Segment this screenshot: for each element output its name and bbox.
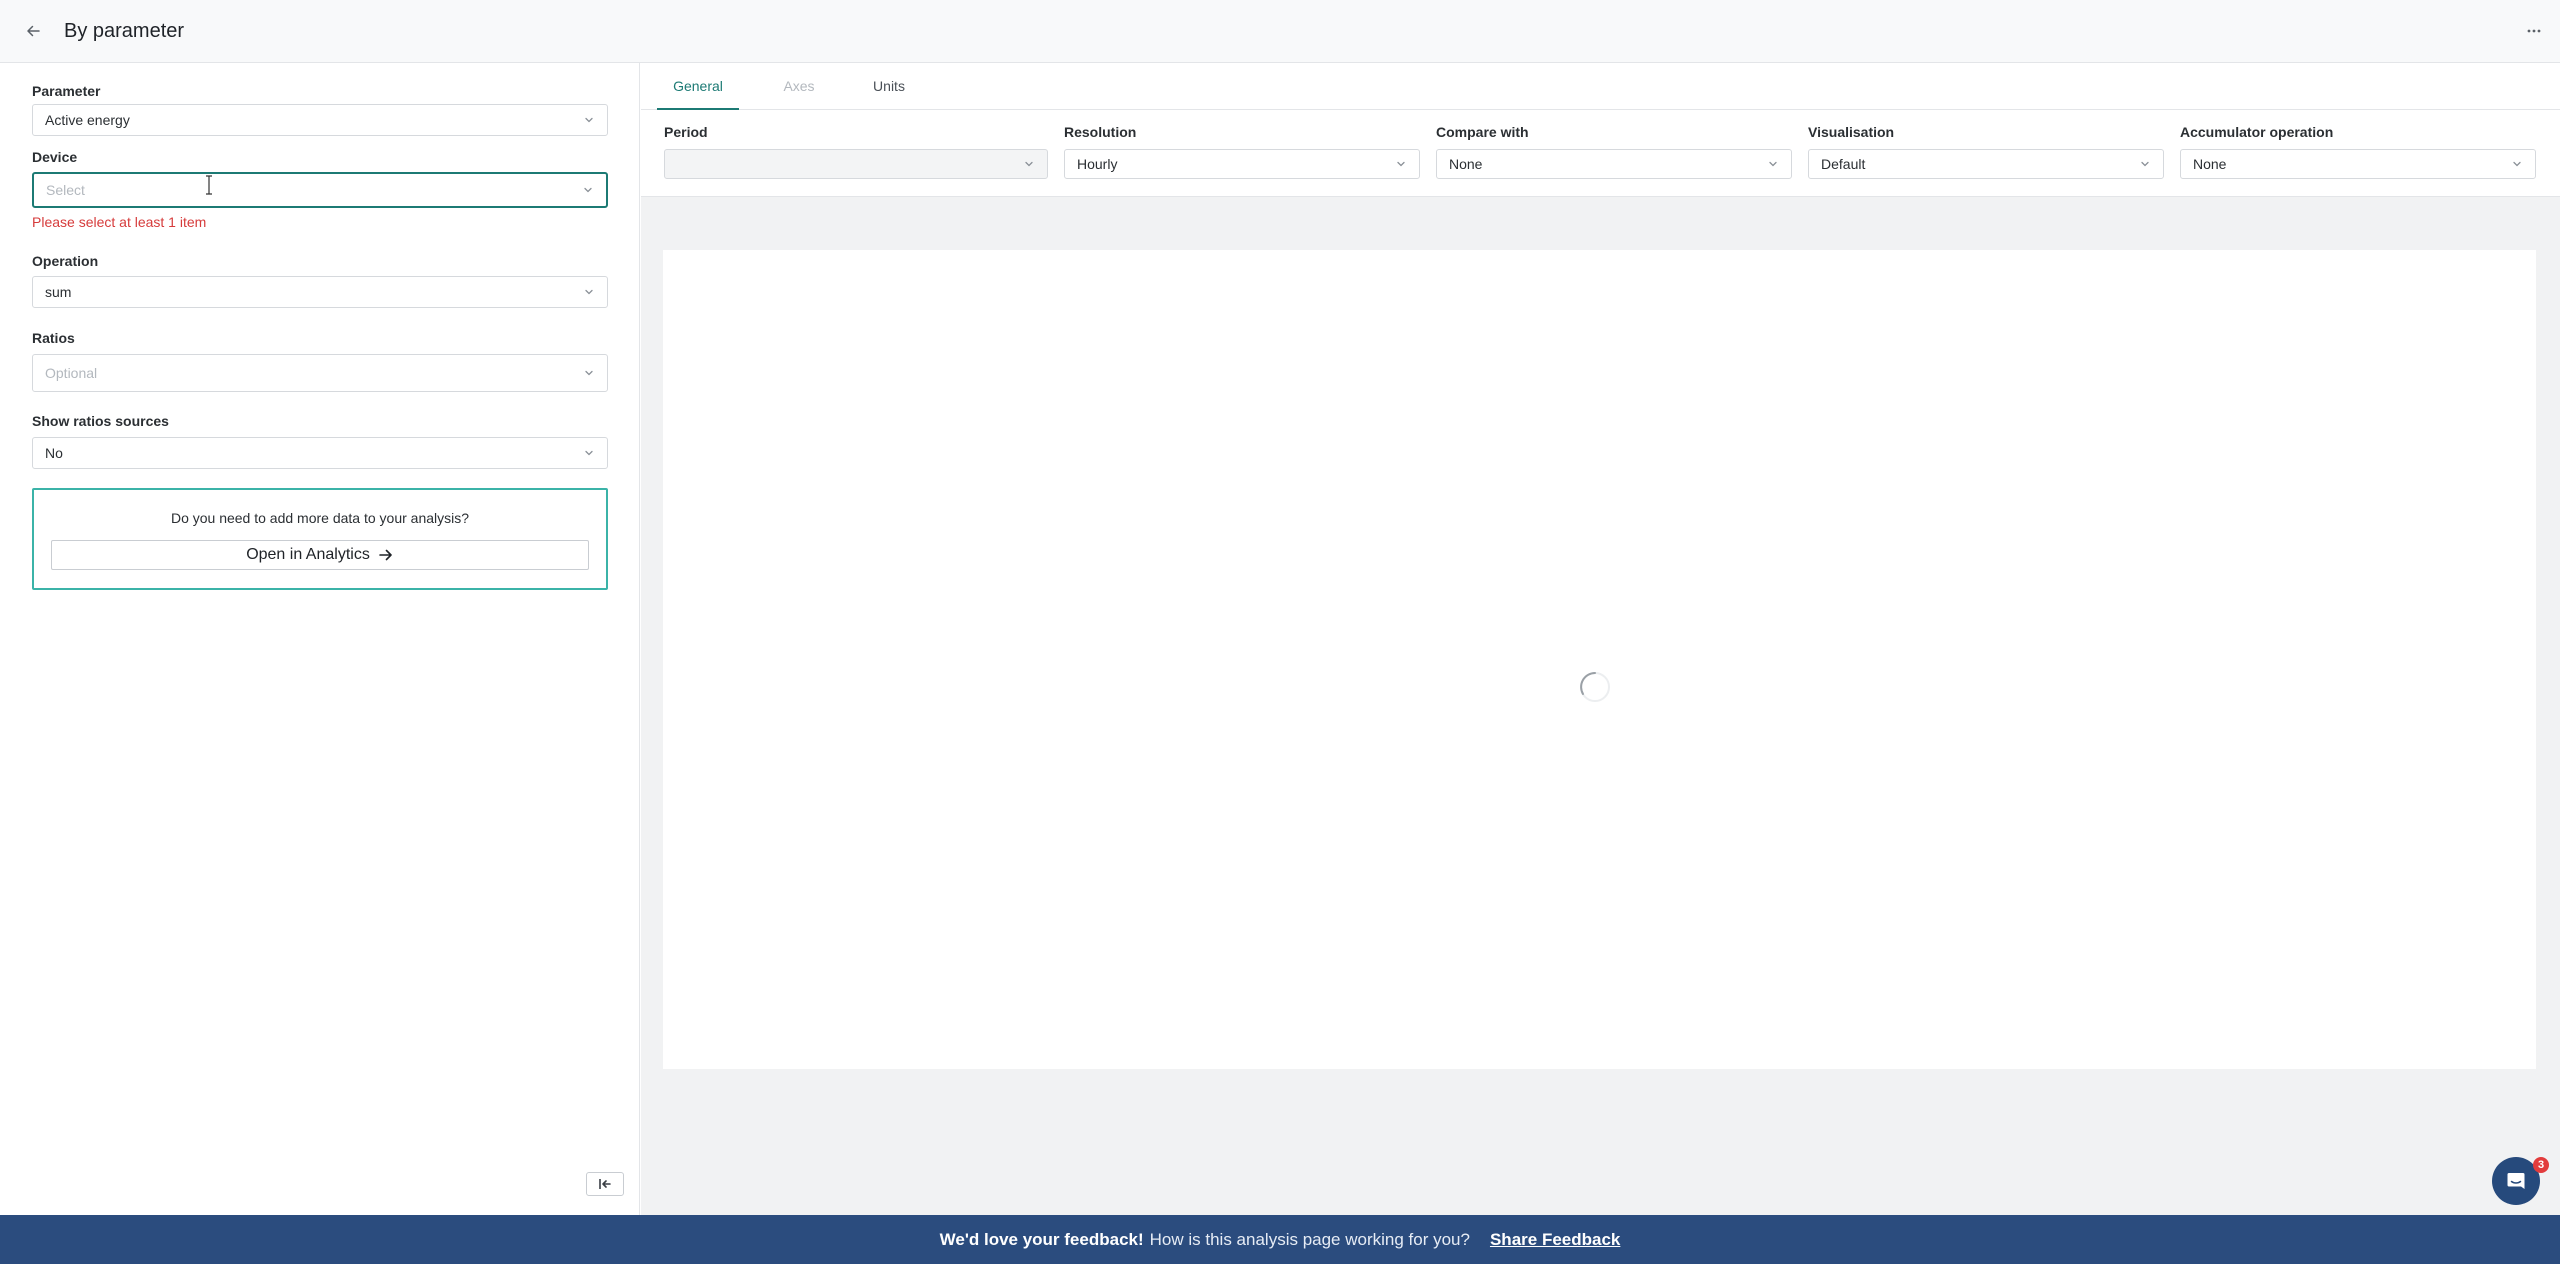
config-sidebar: Parameter Active energy Device Select Pl… bbox=[0, 63, 640, 1215]
ratios-label: Ratios bbox=[32, 330, 75, 346]
analytics-question: Do you need to add more data to your ana… bbox=[170, 510, 470, 526]
visualisation-label: Visualisation bbox=[1808, 124, 1895, 140]
page-header: By parameter bbox=[0, 0, 2560, 63]
chat-bubble-icon bbox=[2507, 1173, 2525, 1189]
chevron-down-icon bbox=[585, 450, 593, 456]
period-select[interactable] bbox=[664, 149, 1048, 179]
device-label: Device bbox=[32, 149, 78, 165]
operation-select[interactable]: sum bbox=[32, 276, 608, 308]
feedback-question: How is this analysis page working for yo… bbox=[1149, 1229, 1470, 1249]
resolution-label: Resolution bbox=[1064, 124, 1137, 140]
operation-value: sum bbox=[45, 284, 72, 300]
chevron-down-icon bbox=[1769, 161, 1777, 167]
device-select[interactable]: Select bbox=[32, 172, 608, 208]
compare-with-value: None bbox=[1449, 156, 1483, 172]
device-error-message: Please select at least 1 item bbox=[32, 214, 207, 230]
feedback-banner: We'd love your feedback! How is this ana… bbox=[0, 1215, 2560, 1264]
period-label: Period bbox=[664, 124, 708, 140]
show-ratios-sources-label: Show ratios sources bbox=[32, 413, 169, 429]
ellipsis-icon bbox=[2527, 29, 2541, 33]
chat-notification-badge: 3 bbox=[2533, 1157, 2549, 1173]
tab-units[interactable]: Units bbox=[859, 63, 919, 110]
visualisation-select[interactable]: Default bbox=[1808, 149, 2164, 179]
back-button[interactable] bbox=[20, 18, 46, 44]
show-ratios-sources-value: No bbox=[45, 445, 63, 461]
accumulator-operation-label: Accumulator operation bbox=[2180, 124, 2334, 140]
collapse-sidebar-button[interactable] bbox=[586, 1172, 624, 1196]
feedback-headline: We'd love your feedback! bbox=[939, 1229, 1144, 1249]
page-title: By parameter bbox=[64, 20, 185, 42]
open-in-analytics-button[interactable]: Open in Analytics bbox=[51, 540, 589, 570]
loading-spinner-icon bbox=[1580, 672, 1610, 702]
show-ratios-sources-select[interactable]: No bbox=[32, 437, 608, 469]
chart-canvas bbox=[663, 250, 2536, 1069]
compare-with-select[interactable]: None bbox=[1436, 149, 1792, 179]
ratios-select[interactable]: Optional bbox=[32, 354, 608, 392]
chevron-down-icon bbox=[2141, 161, 2149, 167]
analysis-panel: General Axes Units Period Resolution Hou… bbox=[641, 63, 2560, 1215]
resolution-select[interactable]: Hourly bbox=[1064, 149, 1420, 179]
tab-general[interactable]: General bbox=[657, 63, 739, 110]
open-in-analytics-label: Open in Analytics bbox=[246, 546, 370, 563]
device-placeholder: Select bbox=[46, 182, 85, 198]
collapse-left-icon bbox=[599, 1179, 611, 1189]
resolution-value: Hourly bbox=[1077, 156, 1118, 172]
parameter-select[interactable]: Active energy bbox=[32, 104, 608, 136]
share-feedback-link[interactable]: Share Feedback bbox=[1490, 1230, 1620, 1250]
parameter-value: Active energy bbox=[45, 112, 130, 128]
accumulator-operation-value: None bbox=[2193, 156, 2227, 172]
arrow-right-icon bbox=[379, 549, 392, 561]
chevron-down-icon bbox=[2513, 161, 2521, 167]
chevron-down-icon bbox=[584, 187, 592, 193]
ratios-placeholder: Optional bbox=[45, 365, 98, 381]
parameter-label: Parameter bbox=[32, 83, 101, 99]
chevron-down-icon bbox=[585, 289, 593, 295]
more-options-button[interactable] bbox=[2520, 18, 2548, 44]
chevron-down-icon bbox=[1397, 161, 1405, 167]
arrow-left-icon bbox=[27, 25, 40, 37]
chevron-down-icon bbox=[1025, 161, 1033, 167]
text-cursor-icon bbox=[206, 175, 212, 195]
accumulator-operation-select[interactable]: None bbox=[2180, 149, 2536, 179]
operation-label: Operation bbox=[32, 253, 99, 269]
analytics-callout: Do you need to add more data to your ana… bbox=[32, 488, 608, 590]
tab-axes[interactable]: Axes bbox=[771, 63, 827, 110]
chevron-down-icon bbox=[585, 117, 593, 123]
filters-bar: Period Resolution Hourly Compare with No… bbox=[641, 110, 2560, 197]
tab-bar: General Axes Units bbox=[641, 63, 2560, 110]
chevron-down-icon bbox=[585, 370, 593, 376]
compare-with-label: Compare with bbox=[1436, 124, 1529, 140]
visualisation-value: Default bbox=[1821, 156, 1866, 172]
